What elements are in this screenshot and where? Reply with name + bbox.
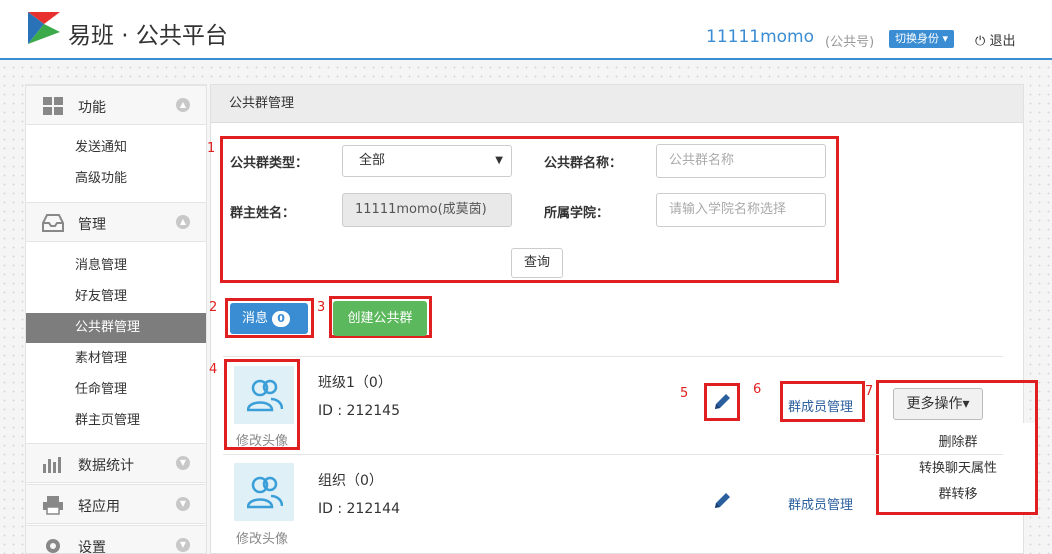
group-id: ID : 212144	[318, 501, 400, 517]
sidebar-section-label: 功能	[78, 100, 106, 116]
sidebar-item-advanced[interactable]: 高级功能	[26, 164, 206, 194]
sidebar-item-group-homepage[interactable]: 群主页管理	[26, 406, 206, 436]
message-count-badge: 0	[272, 311, 291, 327]
sidebar-section-stats[interactable]: 数据统计 ▼	[26, 443, 206, 483]
power-icon: ⏻	[975, 34, 986, 49]
change-avatar-link[interactable]: 修改头像	[236, 430, 288, 449]
inbox-icon	[42, 214, 64, 232]
sidebar-section-settings[interactable]: 设置 ▼	[26, 525, 206, 554]
group-type-select[interactable]: 全部 ▼	[342, 145, 512, 177]
group-type-value: 全部	[359, 153, 386, 168]
annotation-number: 2	[209, 300, 218, 315]
group-avatar[interactable]	[234, 463, 294, 521]
brand-title: 易班 · 公共平台	[68, 23, 228, 49]
sidebar-item-messages[interactable]: 消息管理	[26, 251, 206, 281]
change-avatar-link[interactable]: 修改头像	[236, 528, 288, 547]
chevron-up-icon[interactable]: ▲	[176, 215, 190, 229]
logout-label: 退出	[989, 34, 1016, 49]
chevron-down-icon: ▼	[495, 155, 503, 166]
chevron-up-icon[interactable]: ▲	[176, 98, 190, 112]
panel-title: 公共群管理	[211, 85, 1023, 123]
sidebar-item-public-groups[interactable]: 公共群管理	[26, 313, 206, 343]
users-icon	[247, 379, 283, 412]
message-label: 消息	[242, 311, 269, 326]
group-avatar[interactable]	[234, 366, 294, 424]
sidebar-item-send-notice[interactable]: 发送通知	[26, 133, 206, 163]
chevron-down-icon[interactable]: ▼	[176, 497, 190, 511]
sidebar-section-functions[interactable]: 功能 ▲	[26, 85, 206, 125]
account-type: (公共号)	[825, 35, 875, 50]
annotation-number: 6	[753, 382, 762, 397]
gear-icon	[46, 539, 60, 553]
highlight-box-more	[876, 380, 1038, 515]
yiban-logo-icon	[28, 12, 60, 44]
annotation-number: 5	[680, 386, 689, 401]
group-name-input[interactable]: 公共群名称	[656, 144, 826, 178]
sidebar-item-materials[interactable]: 素材管理	[26, 344, 206, 374]
chevron-down-icon[interactable]: ▼	[176, 456, 190, 470]
top-header: 易班 · 公共平台 11111momo (公共号) 切换身份 ▾ ⏻ 退出	[0, 0, 1052, 60]
college-input[interactable]: 请输入学院名称选择	[656, 193, 826, 227]
create-group-button[interactable]: 创建公共群	[333, 301, 427, 336]
sidebar-item-appointments[interactable]: 任命管理	[26, 375, 206, 405]
group-name: 组织（0）	[318, 473, 383, 489]
member-management-link[interactable]: 群成员管理	[788, 396, 853, 415]
logout-button[interactable]: ⏻ 退出	[975, 30, 1015, 49]
divider	[223, 356, 1003, 357]
group-id: ID : 212145	[318, 403, 400, 419]
divider	[223, 454, 1003, 455]
annotation-number: 4	[209, 362, 218, 377]
owner-name-label: 群主姓名：	[230, 206, 296, 221]
sidebar-section-label: 管理	[78, 217, 106, 233]
bar-chart-icon	[43, 457, 61, 473]
college-label: 所属学院：	[544, 206, 610, 221]
pencil-icon[interactable]	[712, 491, 732, 511]
grid-icon	[43, 97, 63, 115]
annotation-number: 1	[207, 141, 216, 156]
printer-icon	[43, 496, 63, 515]
message-button[interactable]: 消息 0	[230, 303, 308, 334]
sidebar-section-lite-apps[interactable]: 轻应用 ▼	[26, 484, 206, 524]
owner-name-field: 11111momo(成莫茵)	[342, 193, 512, 227]
sidebar-item-friends[interactable]: 好友管理	[26, 282, 206, 312]
chevron-down-icon[interactable]: ▼	[176, 538, 190, 552]
main-panel: 公共群管理 1 公共群类型： 全部 ▼ 公共群名称： 公共群名称 群主姓名： 1…	[207, 84, 1038, 554]
member-management-link[interactable]: 群成员管理	[788, 494, 853, 513]
users-icon	[247, 476, 283, 509]
pencil-icon[interactable]	[712, 392, 732, 412]
query-button[interactable]: 查询	[511, 248, 563, 278]
group-type-label: 公共群类型：	[230, 156, 309, 171]
group-name: 班级1（0）	[318, 375, 392, 391]
sidebar-section-label: 轻应用	[78, 499, 120, 515]
annotation-number: 7	[865, 384, 874, 399]
switch-identity-button[interactable]: 切换身份 ▾	[889, 30, 955, 48]
sidebar-section-manage[interactable]: 管理 ▲	[26, 202, 206, 242]
sidebar-section-label: 设置	[78, 540, 106, 554]
annotation-number: 3	[317, 300, 326, 315]
group-name-label: 公共群名称：	[544, 156, 623, 171]
sidebar: 功能 ▲ 发送通知 高级功能 管理 ▲ 消息管理 好友管理 公共群管理 素材管理…	[25, 84, 207, 554]
account-name[interactable]: 11111momo	[706, 27, 814, 47]
sidebar-section-label: 数据统计	[78, 458, 134, 474]
